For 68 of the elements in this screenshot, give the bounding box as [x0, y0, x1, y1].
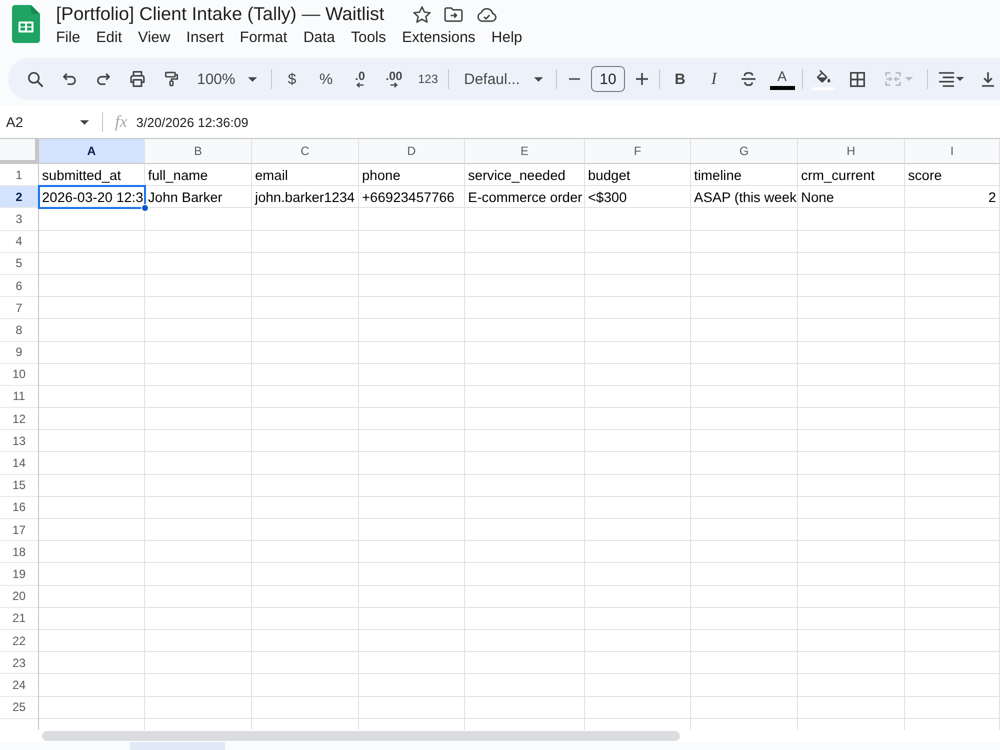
fx-label: fx [115, 112, 128, 132]
row-header[interactable]: 2 [0, 186, 39, 208]
font-size-field[interactable]: 10 [591, 66, 625, 92]
search-icon [28, 72, 42, 86]
row-header[interactable]: 4 [0, 230, 39, 253]
menu-item[interactable]: Edit [88, 28, 130, 48]
caret-icon [80, 120, 89, 124]
column-header[interactable]: H [798, 139, 905, 164]
document-title[interactable]: [Portfolio] Client Intake (Tally) — Waitlist [56, 2, 384, 26]
menu-item[interactable]: Extensions [394, 28, 484, 48]
increase-decimal-button[interactable]: .00 [380, 65, 408, 93]
column-header[interactable]: D [359, 139, 465, 164]
row-header[interactable]: 25 [0, 696, 39, 719]
strikethrough-icon [740, 72, 756, 86]
redo-icon [96, 73, 110, 85]
formula-field[interactable]: 3/20/2026 12:36:09 [136, 111, 1000, 133]
grid-icon [850, 72, 864, 86]
column-header[interactable]: C [252, 139, 359, 164]
column-header[interactable]: G [691, 139, 798, 164]
paint-bucket-icon [812, 68, 834, 90]
column-header[interactable]: E [465, 139, 585, 164]
undo-icon [62, 73, 76, 85]
column-header[interactable]: B [145, 139, 252, 164]
caret-icon [956, 77, 964, 81]
align-lines-icon [938, 72, 954, 86]
menu-item[interactable]: Format [232, 28, 296, 48]
fill-handle-icon[interactable] [141, 204, 149, 212]
percent-button[interactable]: % [312, 65, 340, 93]
column-header[interactable]: A [39, 139, 145, 164]
menu-item[interactable]: View [130, 28, 178, 48]
plus-icon [636, 73, 648, 85]
italic-button[interactable]: I [700, 65, 728, 93]
arrow-to-line-icon [982, 72, 994, 86]
font-dropdown[interactable]: Defaul... [455, 65, 550, 93]
cloud-check-icon [476, 6, 498, 22]
scrollbar-thumb[interactable] [42, 731, 680, 741]
row-header[interactable]: 9 [0, 342, 39, 364]
left-arrow-icon [356, 82, 364, 88]
table-cell: 2026-03-20 12:3 [38, 185, 146, 210]
minus-icon [568, 78, 580, 80]
menu-item[interactable]: Data [295, 28, 343, 48]
number-format-button[interactable]: 123 [414, 65, 442, 93]
spreadsheet-logo-icon[interactable] [12, 5, 40, 43]
star-icon [413, 6, 432, 22]
row-header[interactable]: 15 [0, 474, 39, 497]
folder-arrow-icon [444, 6, 464, 22]
menu-item[interactable]: Tools [343, 28, 394, 48]
menu-item[interactable]: File [48, 28, 88, 48]
caret-icon [248, 76, 257, 82]
swatch-icon [770, 86, 794, 90]
row-header[interactable]: 20 [0, 586, 39, 608]
zoom-dropdown[interactable]: 100% [191, 65, 265, 93]
decrease-decimal-button[interactable]: .0 [346, 65, 374, 93]
caret-icon [905, 77, 913, 81]
text-color-button[interactable]: A [768, 65, 796, 93]
right-arrow-icon [390, 82, 398, 88]
menu-item[interactable]: Insert [178, 28, 232, 48]
column-header[interactable]: F [585, 139, 691, 164]
paint-roller-icon [164, 71, 178, 87]
column-header[interactable]: I [905, 139, 1000, 164]
menu-item[interactable]: Help [483, 28, 530, 48]
caret-icon [534, 76, 543, 82]
row-header[interactable]: 10 [0, 364, 39, 386]
bold-button[interactable]: B [666, 65, 694, 93]
currency-button[interactable]: $ [278, 65, 306, 93]
name-box[interactable]: A2 [0, 109, 97, 135]
printer-icon [130, 71, 144, 87]
merge-icon [885, 72, 901, 86]
